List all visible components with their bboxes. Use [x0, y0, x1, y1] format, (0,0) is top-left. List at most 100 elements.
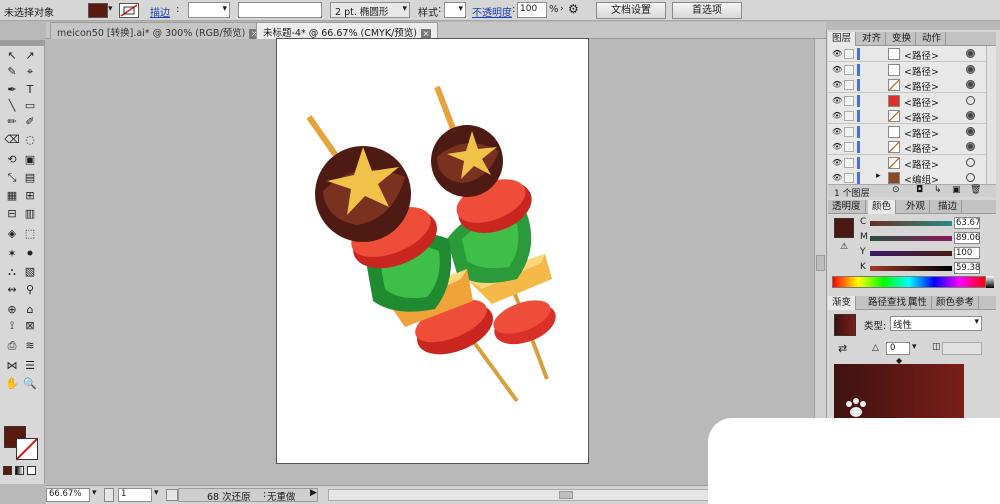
eye-icon[interactable]: 👁 [832, 96, 842, 105]
eraser-icon[interactable]: ⌫ [4, 132, 20, 148]
aspect-ratio-input[interactable] [942, 342, 982, 355]
document-settings-button[interactable]: 文档设置 [596, 2, 666, 19]
new-layer-icon[interactable]: ▣ [952, 185, 961, 195]
chevron-down-icon[interactable]: ▾ [108, 4, 113, 14]
lock-toggle[interactable] [844, 95, 854, 106]
style-dropdown[interactable]: ▾ [444, 2, 466, 18]
warp-tool-icon[interactable]: ⤡ [4, 170, 20, 186]
tab-color-guide[interactable]: 颜色参考 [932, 296, 980, 310]
shape-builder-icon[interactable]: ▦ [4, 188, 20, 204]
puppet-icon[interactable]: ⊠ [22, 318, 38, 334]
flare-icon[interactable]: ⋈ [4, 358, 20, 374]
artboard-tool-icon[interactable]: ▧ [22, 264, 38, 280]
lock-toggle[interactable] [844, 126, 854, 137]
layer-row[interactable]: 👁 <路径> [828, 77, 988, 93]
color-mode-button[interactable] [3, 466, 12, 475]
yellow-value[interactable]: 100 [954, 247, 980, 259]
expand-icon[interactable]: ▸ [876, 171, 881, 181]
target-icon[interactable] [966, 126, 975, 136]
layer-row[interactable]: 👁 <路径> [828, 46, 988, 62]
eye-icon[interactable]: 👁 [832, 80, 842, 89]
scrollbar-thumb[interactable] [559, 491, 573, 499]
artboard[interactable] [276, 38, 589, 464]
tab-meicon50[interactable]: meicon50 [转换].ai* @ 300% (RGB/预览) × [50, 22, 267, 39]
cyan-value[interactable]: 63.67 [954, 217, 980, 229]
line-tool-icon[interactable]: ╲ [4, 98, 20, 114]
lock-toggle[interactable] [844, 80, 854, 90]
target-icon[interactable] [966, 95, 975, 105]
tab-align[interactable]: 对齐 [858, 32, 887, 46]
black-value[interactable]: 59.38 [954, 262, 980, 274]
chevron-down-icon[interactable]: ▾ [92, 488, 97, 498]
trash-icon[interactable]: 🗑 [970, 185, 981, 195]
target-icon[interactable] [966, 64, 975, 74]
eye-icon[interactable]: 👁 [832, 142, 842, 151]
chevron-right-icon[interactable]: ▶ [310, 488, 317, 498]
target-icon[interactable] [966, 80, 975, 89]
tab-transparency[interactable]: 透明度 [828, 200, 866, 214]
reverse-gradient-icon[interactable]: ⇄ [838, 342, 847, 355]
bw-ramp[interactable] [986, 276, 994, 288]
next-artboard-button[interactable] [166, 489, 178, 501]
magenta-value[interactable]: 89.06 [954, 232, 980, 244]
crop-icon[interactable]: ⌂ [22, 302, 38, 318]
eyedropper-icon[interactable]: ⬚ [22, 226, 38, 242]
gradient-mode-button[interactable] [15, 466, 24, 475]
tab-actions[interactable]: 动作 [918, 32, 947, 46]
chevron-down-icon[interactable]: ▾ [154, 488, 159, 498]
perspective-grid-icon[interactable]: ⊟ [4, 206, 20, 222]
wave-icon[interactable]: ≋ [22, 338, 38, 354]
stroke-link[interactable]: 描边 [150, 4, 170, 19]
lock-toggle[interactable] [844, 157, 854, 168]
type-tool-icon[interactable]: T [22, 82, 38, 98]
zoom-dropdown[interactable]: 66.67% [46, 488, 90, 502]
hand-tool-icon[interactable]: ⚲ [22, 282, 38, 298]
fill-swatch[interactable] [88, 3, 108, 18]
gradient-type-dropdown[interactable]: 线性 ▾ [890, 316, 982, 331]
lock-toggle[interactable] [844, 142, 854, 152]
lock-toggle[interactable] [844, 64, 854, 75]
tab-stroke[interactable]: 描边 [934, 200, 963, 214]
screen-mode-button[interactable] [3, 480, 41, 484]
tab-attributes[interactable]: 属性 [904, 296, 933, 310]
magenta-slider[interactable]: M 89.06 [860, 232, 1000, 244]
slice-tool-icon[interactable]: ↭ [4, 282, 20, 298]
chevron-down-icon[interactable]: ▾ [912, 342, 917, 352]
opacity-link[interactable]: 不透明度 [472, 4, 512, 19]
graph-tool-icon[interactable]: ⛬ [4, 264, 20, 280]
gradient-tool-icon[interactable]: ◈ [4, 226, 20, 242]
locate-object-icon[interactable]: ⊙ [892, 185, 900, 195]
tab-appearance[interactable]: 外观 [902, 200, 931, 214]
target-icon[interactable] [966, 142, 975, 151]
layer-row[interactable]: 👁 <路径> [828, 61, 988, 78]
recolor-icon[interactable]: ⚙ [568, 2, 579, 16]
layer-row[interactable]: 👁 <路径> [828, 123, 988, 140]
clipping-mask-icon[interactable]: ◘ [916, 185, 923, 195]
tab-transform[interactable]: 变换 [888, 32, 917, 46]
layer-row[interactable]: 👁 <路径> [828, 108, 988, 124]
color-swatch[interactable] [834, 218, 854, 238]
black-slider[interactable]: K 59.38 [860, 262, 1000, 274]
tab-gradient[interactable]: 渐变 [828, 296, 857, 310]
lock-toggle[interactable] [844, 111, 854, 121]
layers-scrollbar[interactable] [986, 46, 996, 184]
selection-tool-icon[interactable]: ↖ [4, 48, 20, 64]
rotate-tool-icon[interactable]: ◌ [22, 132, 38, 148]
reflect-tool-icon[interactable]: ⟲ [4, 152, 20, 168]
stroke-weight-dropdown[interactable]: ▾ [188, 2, 230, 18]
eye-icon[interactable]: 👁 [832, 49, 842, 58]
new-sublayer-icon[interactable]: ↳ [934, 185, 942, 195]
gradient-swatch[interactable] [834, 314, 856, 336]
opacity-input[interactable]: 100 [517, 2, 547, 18]
eye-icon[interactable]: 👁 [832, 173, 842, 182]
scale-tool-icon[interactable]: ▣ [22, 152, 38, 168]
scrollbar-thumb[interactable] [816, 255, 825, 271]
stroke-swatch[interactable] [119, 3, 139, 18]
angle-input[interactable]: 0 [886, 342, 910, 355]
eye-icon[interactable]: 👁 [832, 158, 842, 167]
cyan-slider[interactable]: C 63.67 [860, 217, 1000, 229]
target-icon[interactable] [966, 111, 975, 120]
layer-row[interactable]: 👁 <路径> [828, 92, 988, 109]
eye-icon[interactable]: 👁 [832, 127, 842, 136]
direct-selection-tool-icon[interactable]: ↗ [22, 48, 38, 64]
